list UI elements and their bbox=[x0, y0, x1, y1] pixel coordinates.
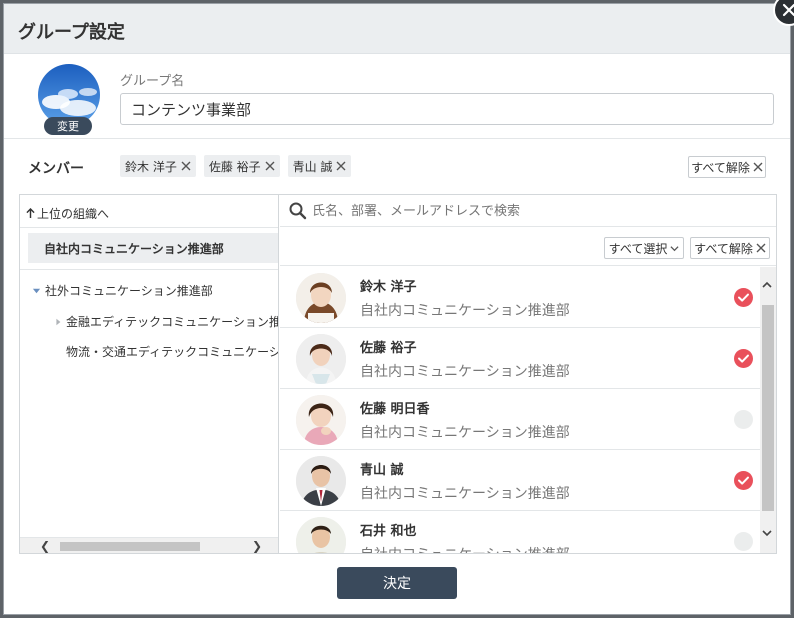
member-chip: 鈴木 洋子 bbox=[120, 155, 196, 177]
person-avatar bbox=[296, 456, 346, 506]
people-list: 鈴木 洋子 自社内コミュニケーション推進部 佐藤 裕子 自社内コミュニケーション… bbox=[280, 267, 760, 553]
person-dept: 自社内コミュニケーション推進部 bbox=[360, 425, 570, 441]
unselected-check-icon[interactable] bbox=[734, 410, 753, 429]
parent-org-link[interactable]: 上位の組織へ bbox=[26, 205, 109, 222]
clear-all-members-button[interactable]: すべて解除 bbox=[688, 156, 766, 178]
selected-check-icon[interactable] bbox=[734, 471, 753, 490]
scroll-left-icon[interactable]: ❮ bbox=[40, 539, 50, 553]
tree-item-label: 社外コミュニケーション推進部 bbox=[45, 284, 213, 298]
clear-all-label: すべて解除 bbox=[694, 241, 753, 256]
person-name: 佐藤 裕子 bbox=[360, 341, 417, 356]
person-row[interactable]: 佐藤 裕子 自社内コミュニケーション推進部 bbox=[280, 328, 760, 389]
person-photo bbox=[296, 456, 346, 506]
person-row[interactable]: 石井 和也 自社内コミュニケーション推進部 bbox=[280, 511, 760, 553]
member-picker-panel: 上位の組織へ 自社内コミュニケーション推進部 社外コミュニケーション推進部 金融… bbox=[19, 194, 777, 554]
unselected-check-icon[interactable] bbox=[734, 532, 753, 551]
group-name-label: グループ名 bbox=[120, 74, 185, 89]
scrollbar-thumb[interactable] bbox=[60, 542, 200, 551]
member-chips: 鈴木 洋子 佐藤 裕子 青山 誠 bbox=[120, 155, 352, 177]
org-tree-pane: 上位の組織へ 自社内コミュニケーション推進部 社外コミュニケーション推進部 金融… bbox=[20, 195, 279, 553]
tree-item-external-comm[interactable]: 社外コミュニケーション推進部 bbox=[32, 282, 213, 299]
scroll-up-icon[interactable] bbox=[761, 279, 773, 293]
person-photo bbox=[296, 334, 346, 384]
person-avatar bbox=[296, 273, 346, 323]
member-chip: 佐藤 裕子 bbox=[203, 155, 280, 177]
selected-check-icon[interactable] bbox=[734, 349, 753, 368]
person-avatar bbox=[296, 334, 346, 384]
group-settings-dialog: グループ設定 変更 グループ名 メンバー 鈴木 洋子 佐藤 裕子 bbox=[3, 0, 794, 615]
dialog-title: グループ設定 bbox=[18, 22, 125, 43]
change-avatar-button[interactable]: 変更 bbox=[44, 117, 92, 135]
search-input[interactable] bbox=[312, 199, 762, 223]
person-name: 石井 和也 bbox=[360, 524, 417, 539]
member-chip: 青山 誠 bbox=[287, 155, 352, 177]
person-photo bbox=[296, 517, 346, 553]
close-icon bbox=[782, 3, 794, 17]
person-photo bbox=[296, 273, 346, 323]
submit-button[interactable]: 決定 bbox=[337, 567, 457, 599]
person-dept: 自社内コミュニケーション推進部 bbox=[360, 364, 570, 380]
chevron-down-icon bbox=[670, 245, 679, 251]
clear-all-label: すべて解除 bbox=[691, 160, 750, 175]
clear-all-button[interactable]: すべて解除 bbox=[690, 237, 770, 259]
group-name-input[interactable] bbox=[120, 93, 774, 125]
arrow-up-icon bbox=[26, 208, 35, 218]
parent-org-label: 上位の組織へ bbox=[37, 207, 110, 221]
dialog-header: グループ設定 bbox=[4, 4, 790, 54]
select-all-label: すべて選択 bbox=[608, 241, 668, 256]
person-row[interactable]: 佐藤 明日香 自社内コミュニケーション推進部 bbox=[280, 389, 760, 450]
remove-member-icon[interactable] bbox=[265, 161, 275, 171]
caret-right-icon bbox=[56, 318, 61, 325]
list-actions: すべて選択 すべて解除 bbox=[280, 228, 776, 266]
person-name: 鈴木 洋子 bbox=[360, 280, 417, 295]
person-name: 佐藤 明日香 bbox=[360, 402, 430, 417]
horizontal-scrollbar[interactable]: ❮ ❯ bbox=[20, 537, 278, 553]
remove-member-icon[interactable] bbox=[336, 161, 346, 171]
selected-check-icon[interactable] bbox=[734, 288, 753, 307]
person-photo bbox=[296, 395, 346, 445]
close-icon bbox=[753, 162, 763, 172]
caret-down-icon bbox=[32, 288, 41, 294]
member-chip-label: 佐藤 裕子 bbox=[208, 159, 261, 174]
vertical-scrollbar[interactable] bbox=[760, 267, 776, 553]
search-box bbox=[280, 195, 776, 227]
person-row[interactable]: 鈴木 洋子 自社内コミュニケーション推進部 bbox=[280, 267, 760, 328]
tree-item-label: 物流・交通エディテックコミュニケーション推進部 bbox=[66, 345, 278, 359]
divider bbox=[20, 227, 278, 228]
select-all-button[interactable]: すべて選択 bbox=[604, 237, 684, 259]
divider bbox=[4, 138, 790, 139]
person-avatar bbox=[296, 517, 346, 553]
scroll-down-icon[interactable] bbox=[761, 527, 773, 541]
scrollbar-thumb[interactable] bbox=[762, 305, 774, 511]
person-dept: 自社内コミュニケーション推進部 bbox=[360, 544, 570, 553]
selected-org[interactable]: 自社内コミュニケーション推進部 bbox=[28, 233, 278, 263]
person-dept: 自社内コミュニケーション推進部 bbox=[360, 303, 570, 319]
tree-item-finance-edtech[interactable]: 金融エディテックコミュニケーション推進部 bbox=[54, 313, 278, 330]
scroll-right-icon[interactable]: ❯ bbox=[252, 539, 262, 553]
people-pane: すべて選択 すべて解除 鈴木 洋子 自社内コミュニケーション推進部 bbox=[280, 195, 776, 553]
search-icon bbox=[289, 202, 307, 220]
member-chip-label: 鈴木 洋子 bbox=[125, 159, 177, 174]
remove-member-icon[interactable] bbox=[181, 161, 191, 171]
person-name: 青山 誠 bbox=[360, 463, 404, 478]
person-row[interactable]: 青山 誠 自社内コミュニケーション推進部 bbox=[280, 450, 760, 511]
person-dept: 自社内コミュニケーション推進部 bbox=[360, 486, 570, 502]
tree-item-label: 金融エディテックコミュニケーション推進部 bbox=[66, 315, 278, 329]
close-icon bbox=[756, 243, 766, 253]
members-label: メンバー bbox=[28, 161, 84, 177]
tree-item-logistics-edtech[interactable]: 物流・交通エディテックコミュニケーション推進部 bbox=[66, 343, 278, 360]
person-avatar bbox=[296, 395, 346, 445]
member-chip-label: 青山 誠 bbox=[292, 159, 333, 174]
divider bbox=[20, 269, 278, 270]
